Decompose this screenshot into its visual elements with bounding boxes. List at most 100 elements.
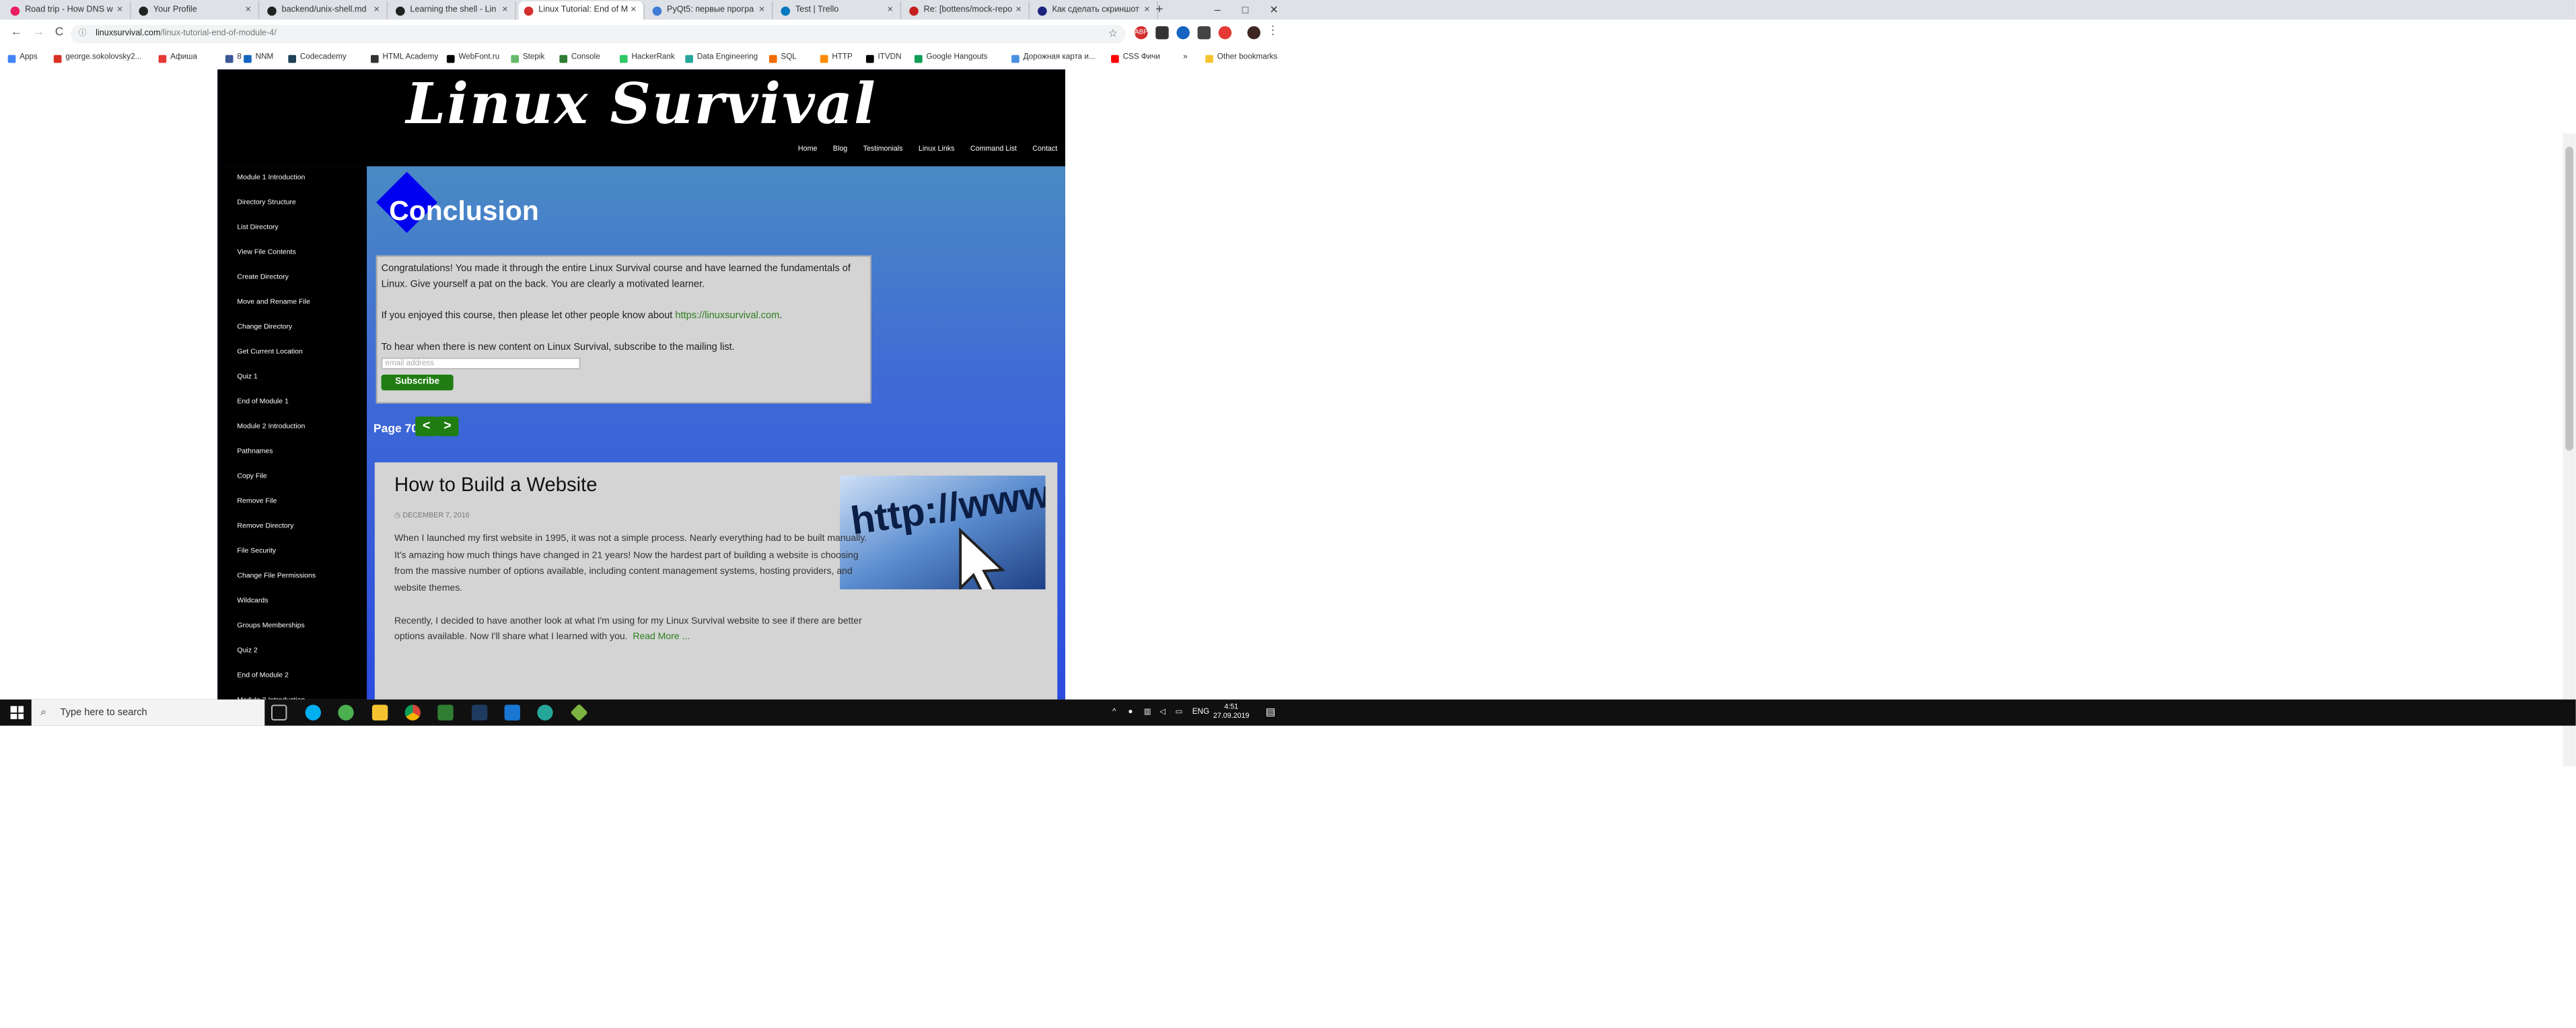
- next-page-button[interactable]: >: [436, 416, 459, 437]
- app-icon[interactable]: [471, 704, 488, 721]
- sidebar-item[interactable]: Get Current Location: [217, 340, 367, 365]
- tab-close-icon[interactable]: ✕: [1015, 1, 1022, 20]
- new-tab-button[interactable]: +: [1155, 0, 1163, 20]
- bookmark-item[interactable]: HackerRank: [619, 50, 675, 68]
- language-indicator[interactable]: ENG: [1192, 700, 1209, 726]
- back-button[interactable]: ←: [11, 25, 23, 38]
- sidebar-item[interactable]: Module 3 Introduction: [217, 689, 367, 700]
- tray-expand-icon[interactable]: ^: [1112, 700, 1116, 726]
- browser-tab[interactable]: backend/unix-shell.md ✕: [262, 1, 388, 20]
- tray-app-icon[interactable]: ●: [1128, 700, 1133, 726]
- browser-tab[interactable]: Road trip - How DNS w ✕: [5, 1, 131, 20]
- skype-icon[interactable]: [305, 704, 322, 721]
- bookmark-item[interactable]: HTML Academy: [371, 50, 438, 68]
- read-more-link[interactable]: Read More ...: [633, 630, 690, 642]
- bookmark-star-icon[interactable]: ☆: [1108, 25, 1118, 43]
- forward-button[interactable]: →: [33, 25, 45, 38]
- browser-tab[interactable]: Как сделать скриншот ✕: [1032, 1, 1159, 20]
- app-icon[interactable]: [504, 704, 520, 721]
- bookmark-item[interactable]: Stepik: [511, 50, 544, 68]
- sidebar-item[interactable]: Remove File: [217, 490, 367, 515]
- page-scrollbar[interactable]: [2563, 133, 2576, 766]
- browser-tab[interactable]: Linux Tutorial: End of M ✕: [519, 1, 645, 20]
- bookmark-item[interactable]: Console: [559, 50, 600, 68]
- notifications-icon[interactable]: ▤: [1266, 700, 1276, 726]
- site-link[interactable]: https://linuxsurvival.com: [675, 309, 779, 321]
- app-icon[interactable]: [570, 703, 588, 722]
- address-bar[interactable]: ⓘ linuxsurvival.com/linux-tutorial-end-o…: [71, 24, 1126, 44]
- browser-tab[interactable]: PyQt5: первые програ ✕: [647, 1, 773, 20]
- minimize-button[interactable]: –: [1215, 0, 1221, 20]
- bookmark-item[interactable]: Data Engineering: [685, 50, 758, 68]
- extension-icon[interactable]: [1155, 26, 1169, 40]
- sidebar-item[interactable]: Change File Permissions: [217, 564, 367, 589]
- bookmark-item[interactable]: Codecademy: [288, 50, 347, 68]
- volume-icon[interactable]: ◁: [1159, 700, 1166, 726]
- app-icon[interactable]: [537, 704, 553, 721]
- email-field[interactable]: email address: [381, 357, 581, 370]
- browser-tab[interactable]: Your Profile ✕: [134, 1, 260, 20]
- tab-close-icon[interactable]: ✕: [245, 1, 252, 20]
- network-icon[interactable]: ▥: [1144, 700, 1151, 726]
- sidebar-item[interactable]: Module 1 Introduction: [217, 166, 367, 191]
- bookmark-item[interactable]: Google Hangouts: [915, 50, 987, 68]
- app-icon[interactable]: [437, 704, 454, 721]
- sidebar-item[interactable]: Move and Rename File: [217, 291, 367, 316]
- bookmark-item[interactable]: Apps: [7, 50, 38, 68]
- close-window-button[interactable]: ✕: [1270, 0, 1279, 20]
- bookmark-item[interactable]: george.sokolovsky2...: [53, 50, 142, 68]
- bookmark-item[interactable]: SQL: [768, 50, 797, 68]
- bookmark-item[interactable]: NNM: [244, 50, 273, 68]
- browser-tab[interactable]: Test | Trello ✕: [776, 1, 902, 20]
- nav-link-linux-links[interactable]: Linux Links: [919, 145, 955, 153]
- bookmark-item[interactable]: ITVDN: [865, 50, 902, 68]
- file-explorer-icon[interactable]: [371, 704, 388, 721]
- bookmark-item[interactable]: CSS Фичи: [1111, 50, 1160, 68]
- tab-close-icon[interactable]: ✕: [116, 1, 123, 20]
- sidebar-item[interactable]: Quiz 1: [217, 365, 367, 390]
- prev-page-button[interactable]: <: [415, 416, 438, 437]
- nav-link-contact[interactable]: Contact: [1032, 145, 1057, 153]
- extension-icon[interactable]: [1176, 26, 1190, 40]
- post-title[interactable]: How to Build a Website: [394, 474, 597, 497]
- clock[interactable]: 4:51 27.09.2019: [1213, 704, 1250, 722]
- bookmark-item[interactable]: Дорожная карта и...: [1011, 50, 1096, 68]
- bookmark-item[interactable]: Афиша: [158, 50, 197, 68]
- sidebar-item[interactable]: Module 2 Introduction: [217, 415, 367, 440]
- scrollbar-thumb[interactable]: [2565, 147, 2573, 451]
- nav-link-blog[interactable]: Blog: [833, 145, 847, 153]
- adblock-extension-icon[interactable]: ABP: [1135, 26, 1148, 40]
- sidebar-item[interactable]: Wildcards: [217, 589, 367, 614]
- bookmarks-overflow-button[interactable]: »: [1183, 50, 1188, 67]
- url-text[interactable]: linuxsurvival.com/linux-tutorial-end-of-…: [96, 25, 277, 43]
- app-icon[interactable]: [338, 704, 354, 721]
- nav-link-command-list[interactable]: Command List: [970, 145, 1017, 153]
- sidebar-item[interactable]: Directory Structure: [217, 191, 367, 216]
- tab-close-icon[interactable]: ✕: [630, 1, 637, 20]
- sidebar-item[interactable]: File Security: [217, 540, 367, 564]
- nav-link-testimonials[interactable]: Testimonials: [863, 145, 903, 153]
- keyboard-icon[interactable]: ▭: [1175, 700, 1182, 726]
- tab-close-icon[interactable]: ✕: [887, 1, 894, 20]
- menu-icon[interactable]: ⋮: [1267, 24, 1279, 38]
- site-logo[interactable]: Linux Survival: [217, 72, 1065, 137]
- browser-tab[interactable]: Learning the shell - Lin ✕: [390, 1, 517, 20]
- nav-link-home[interactable]: Home: [798, 145, 818, 153]
- profile-avatar[interactable]: [1247, 26, 1261, 40]
- sidebar-item[interactable]: Quiz 2: [217, 639, 367, 664]
- reload-button[interactable]: C: [55, 25, 64, 38]
- sidebar-item[interactable]: View File Contents: [217, 241, 367, 266]
- sidebar-item[interactable]: Change Directory: [217, 316, 367, 340]
- sidebar-item[interactable]: End of Module 2: [217, 664, 367, 689]
- taskbar-search[interactable]: ⌕ Type here to search: [31, 699, 265, 726]
- site-info-icon[interactable]: ⓘ: [79, 25, 87, 43]
- sidebar-item[interactable]: Create Directory: [217, 266, 367, 291]
- subscribe-button[interactable]: Subscribe: [381, 374, 454, 391]
- windows-start-icon[interactable]: [10, 706, 24, 719]
- sidebar-item[interactable]: Groups Memberships: [217, 614, 367, 639]
- tab-close-icon[interactable]: ✕: [502, 1, 509, 20]
- bookmark-item[interactable]: WebFont.ru: [446, 50, 499, 68]
- browser-tab[interactable]: Re: [bottens/mock-repo ✕: [904, 1, 1030, 20]
- sidebar-item[interactable]: Pathnames: [217, 440, 367, 465]
- bookmark-item[interactable]: HTTP: [820, 50, 853, 68]
